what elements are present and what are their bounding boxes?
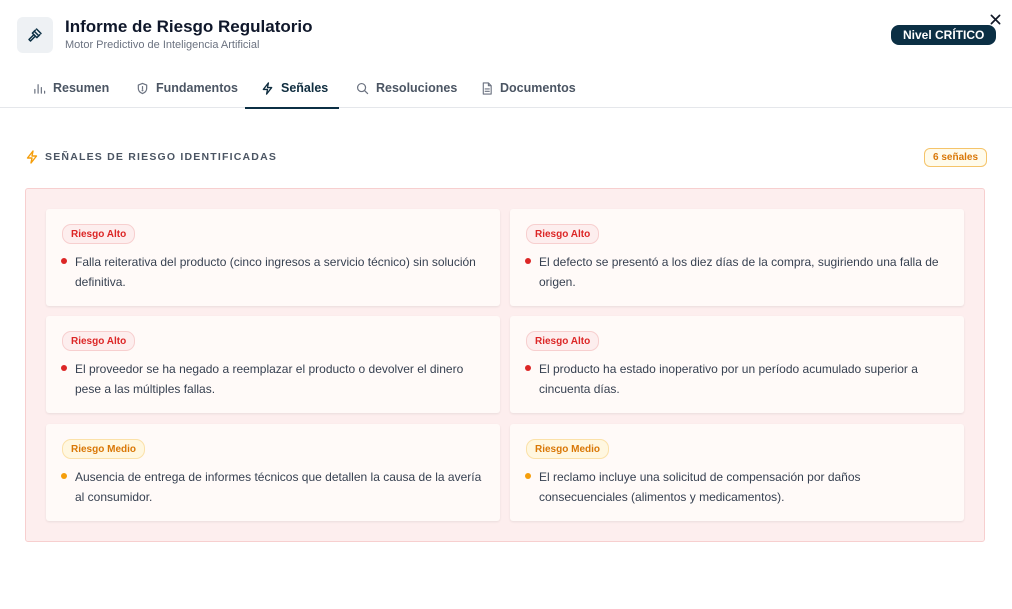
bullet-dot (525, 365, 531, 371)
tab-documentos[interactable]: Documentos (481, 68, 576, 108)
signal-card: Riesgo Alto El proveedor se ha negado a … (46, 316, 500, 413)
tab-fundamentos[interactable]: Fundamentos (136, 68, 238, 108)
risk-badge: Riesgo Medio (526, 439, 610, 459)
tab-label: Resoluciones (376, 81, 458, 95)
signal-card: Riesgo Alto El producto ha estado inoper… (510, 316, 964, 413)
search-icon (356, 82, 369, 95)
bullet-dot (61, 365, 67, 371)
signal-card: Riesgo Medio El reclamo incluye una soli… (510, 424, 964, 521)
document-icon (481, 81, 493, 95)
signal-card: Riesgo Medio Ausencia de entrega de info… (46, 424, 500, 521)
risk-badge: Riesgo Medio (62, 439, 146, 459)
signal-text: El reclamo incluye una solicitud de comp… (539, 470, 861, 504)
gavel-icon (17, 17, 53, 53)
page-subtitle: Motor Predictivo de Inteligencia Artific… (65, 39, 260, 51)
lightning-icon (261, 81, 274, 95)
tab-label: Resumen (53, 81, 110, 95)
tab-bar: Resumen Fundamentos Señales Resoluciones (0, 68, 1012, 109)
risk-level-badge: Nivel CRÍTICO (891, 25, 997, 45)
signal-text: El producto ha estado inoperativo por un… (539, 362, 918, 396)
tab-senales[interactable]: Señales (245, 68, 339, 109)
tab-resumen[interactable]: Resumen (33, 68, 109, 108)
bullet-dot (525, 258, 531, 264)
page-title: Informe de Riesgo Regulatorio (65, 17, 313, 36)
tab-label: Señales (281, 81, 329, 95)
close-button[interactable] (987, 11, 1003, 27)
signal-text: Falla reiterativa del producto (cinco in… (75, 255, 476, 289)
signals-panel: Riesgo Alto Falla reiterativa del produc… (25, 188, 985, 542)
risk-badge: Riesgo Alto (526, 224, 600, 244)
signal-text: El proveedor se ha negado a reemplazar e… (75, 362, 464, 396)
bullet-dot (61, 473, 67, 479)
shield-icon (136, 82, 149, 95)
tab-label: Documentos (500, 81, 576, 95)
section-title: SEÑALES DE RIESGO IDENTIFICADAS (45, 151, 278, 163)
signal-count-badge: 6 señales (924, 148, 988, 167)
lightning-icon (25, 150, 39, 164)
risk-badge: Riesgo Alto (62, 224, 136, 244)
bullet-dot (525, 473, 531, 479)
report-header: Informe de Riesgo Regulatorio Motor Pred… (0, 0, 1012, 68)
signal-text: El defecto se presentó a los diez días d… (539, 255, 939, 289)
risk-badge: Riesgo Alto (62, 331, 136, 351)
bullet-dot (61, 258, 67, 264)
section-header: SEÑALES DE RIESGO IDENTIFICADAS (25, 150, 277, 164)
tab-resoluciones[interactable]: Resoluciones (356, 68, 457, 108)
close-icon (990, 14, 1000, 24)
tab-label: Fundamentos (156, 81, 238, 95)
bar-chart-icon (33, 82, 46, 95)
signal-card: Riesgo Alto El defecto se presentó a los… (510, 209, 964, 306)
signal-card: Riesgo Alto Falla reiterativa del produc… (46, 209, 500, 306)
signal-text: Ausencia de entrega de informes técnicos… (75, 470, 482, 504)
risk-badge: Riesgo Alto (526, 331, 600, 351)
